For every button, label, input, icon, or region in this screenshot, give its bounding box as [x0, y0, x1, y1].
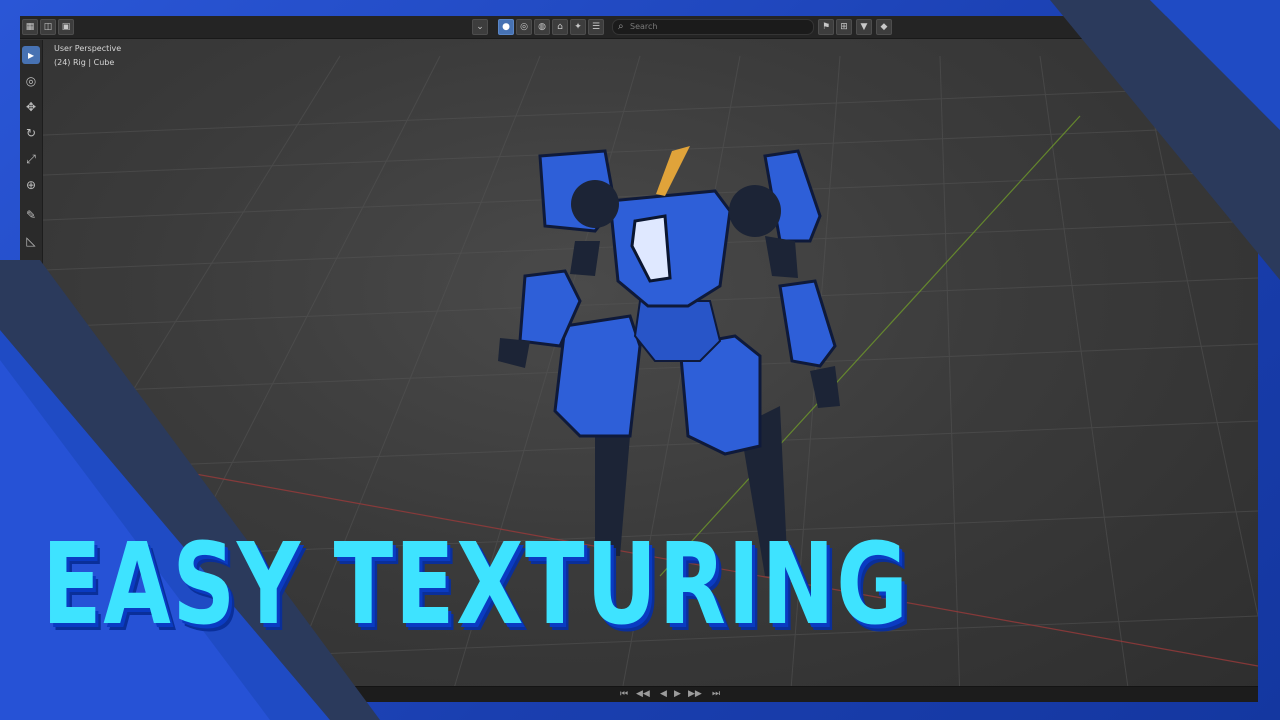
thumbnail-title: EASY TEXTURING [42, 520, 910, 650]
